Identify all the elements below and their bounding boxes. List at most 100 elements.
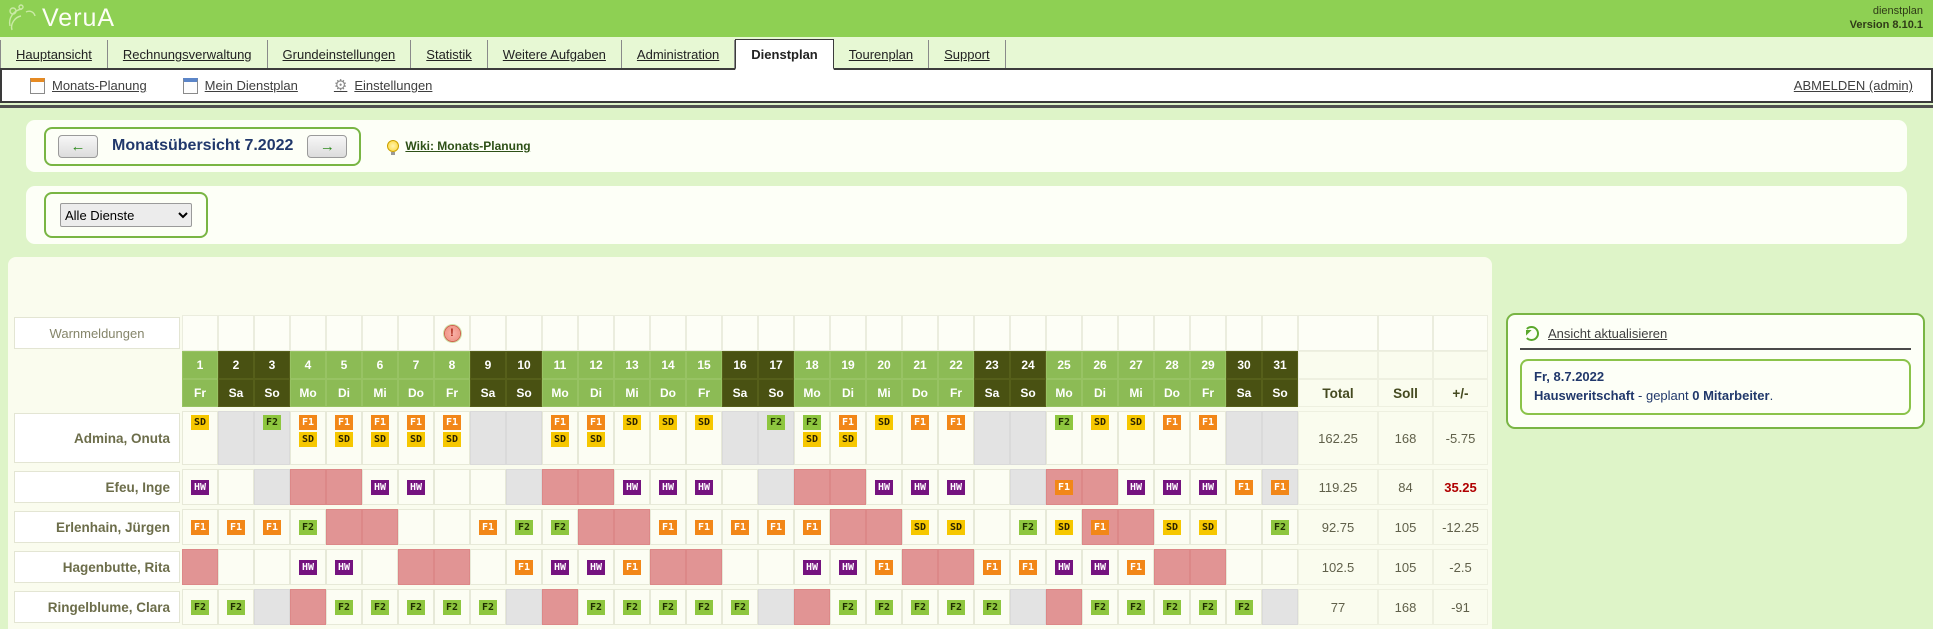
roster-cell-day-19[interactable]: F1SD bbox=[830, 411, 866, 465]
roster-cell-day-4[interactable]: F2 bbox=[290, 509, 326, 545]
roster-cell-day-6[interactable] bbox=[362, 549, 398, 585]
roster-cell-day-16[interactable]: F1 bbox=[722, 509, 758, 545]
roster-cell-day-24[interactable] bbox=[1010, 589, 1046, 625]
roster-cell-day-15[interactable]: HW bbox=[686, 469, 722, 505]
roster-cell-day-9[interactable] bbox=[470, 469, 506, 505]
roster-cell-day-9[interactable] bbox=[470, 549, 506, 585]
roster-cell-day-6[interactable]: HW bbox=[362, 469, 398, 505]
roster-cell-day-21[interactable] bbox=[902, 549, 938, 585]
roster-cell-day-15[interactable]: SD bbox=[686, 411, 722, 465]
roster-cell-day-3[interactable]: F1 bbox=[254, 509, 290, 545]
roster-cell-day-5[interactable]: HW bbox=[326, 549, 362, 585]
roster-cell-day-8[interactable] bbox=[434, 469, 470, 505]
roster-cell-day-14[interactable]: F1 bbox=[650, 509, 686, 545]
roster-cell-day-21[interactable]: HW bbox=[902, 469, 938, 505]
roster-cell-day-8[interactable] bbox=[434, 509, 470, 545]
roster-cell-day-29[interactable] bbox=[1190, 549, 1226, 585]
roster-cell-day-18[interactable]: HW bbox=[794, 549, 830, 585]
roster-cell-day-31[interactable]: F2 bbox=[1262, 509, 1298, 545]
roster-cell-day-21[interactable]: F2 bbox=[902, 589, 938, 625]
roster-cell-day-4[interactable] bbox=[290, 469, 326, 505]
roster-cell-day-17[interactable]: F2 bbox=[758, 411, 794, 465]
roster-cell-day-14[interactable]: HW bbox=[650, 469, 686, 505]
roster-cell-day-4[interactable]: HW bbox=[290, 549, 326, 585]
tab-hauptansicht[interactable]: Hauptansicht bbox=[0, 40, 108, 68]
roster-cell-day-1[interactable] bbox=[182, 549, 218, 585]
roster-cell-day-30[interactable]: F1 bbox=[1226, 469, 1262, 505]
roster-cell-day-1[interactable]: F2 bbox=[182, 589, 218, 625]
roster-cell-day-25[interactable] bbox=[1046, 589, 1082, 625]
roster-cell-day-28[interactable]: HW bbox=[1154, 469, 1190, 505]
toolbar-mein-dienstplan[interactable]: Mein Dienstplan bbox=[183, 78, 298, 94]
roster-cell-day-26[interactable] bbox=[1082, 469, 1118, 505]
refresh-view-link[interactable]: Ansicht aktualisieren bbox=[1548, 326, 1667, 341]
tab-rechnungsverwaltung[interactable]: Rechnungsverwaltung bbox=[108, 40, 268, 68]
roster-cell-day-9[interactable]: F1 bbox=[470, 509, 506, 545]
roster-cell-day-25[interactable]: HW bbox=[1046, 549, 1082, 585]
roster-cell-day-13[interactable]: F2 bbox=[614, 589, 650, 625]
roster-cell-day-19[interactable] bbox=[830, 509, 866, 545]
tab-weitere-aufgaben[interactable]: Weitere Aufgaben bbox=[488, 40, 622, 68]
roster-cell-day-3[interactable] bbox=[254, 469, 290, 505]
roster-cell-day-26[interactable]: F2 bbox=[1082, 589, 1118, 625]
roster-cell-day-8[interactable]: F1SD bbox=[434, 411, 470, 465]
roster-cell-day-7[interactable]: F2 bbox=[398, 589, 434, 625]
roster-cell-day-15[interactable]: F2 bbox=[686, 589, 722, 625]
roster-cell-day-17[interactable]: F1 bbox=[758, 509, 794, 545]
roster-cell-day-11[interactable]: F2 bbox=[542, 509, 578, 545]
roster-cell-day-19[interactable]: F2 bbox=[830, 589, 866, 625]
roster-cell-day-27[interactable]: F2 bbox=[1118, 589, 1154, 625]
roster-cell-day-5[interactable] bbox=[326, 509, 362, 545]
roster-cell-day-1[interactable]: F1 bbox=[182, 509, 218, 545]
roster-cell-day-26[interactable]: F1 bbox=[1082, 509, 1118, 545]
roster-cell-day-3[interactable] bbox=[254, 589, 290, 625]
roster-cell-day-26[interactable]: HW bbox=[1082, 549, 1118, 585]
roster-cell-day-7[interactable] bbox=[398, 509, 434, 545]
roster-cell-day-5[interactable] bbox=[326, 469, 362, 505]
roster-cell-day-16[interactable] bbox=[722, 549, 758, 585]
tab-administration[interactable]: Administration bbox=[622, 40, 735, 68]
roster-cell-day-18[interactable]: F1 bbox=[794, 509, 830, 545]
roster-cell-day-16[interactable] bbox=[722, 411, 758, 465]
roster-cell-day-29[interactable]: HW bbox=[1190, 469, 1226, 505]
tab-tourenplan[interactable]: Tourenplan bbox=[834, 40, 929, 68]
roster-cell-day-26[interactable]: SD bbox=[1082, 411, 1118, 465]
roster-cell-day-14[interactable]: F2 bbox=[650, 589, 686, 625]
roster-cell-day-30[interactable] bbox=[1226, 549, 1262, 585]
roster-cell-day-19[interactable] bbox=[830, 469, 866, 505]
tab-dienstplan[interactable]: Dienstplan bbox=[735, 39, 833, 70]
roster-cell-day-14[interactable] bbox=[650, 549, 686, 585]
roster-cell-day-23[interactable] bbox=[974, 469, 1010, 505]
roster-cell-day-14[interactable]: SD bbox=[650, 411, 686, 465]
roster-cell-day-25[interactable]: SD bbox=[1046, 509, 1082, 545]
roster-cell-day-8[interactable] bbox=[434, 549, 470, 585]
roster-cell-day-20[interactable]: F2 bbox=[866, 589, 902, 625]
roster-cell-day-30[interactable]: F2 bbox=[1226, 589, 1262, 625]
roster-cell-day-2[interactable]: F1 bbox=[218, 509, 254, 545]
wiki-link[interactable]: Wiki: Monats-Planung bbox=[405, 139, 530, 153]
roster-cell-day-10[interactable] bbox=[506, 589, 542, 625]
roster-cell-day-4[interactable]: F1SD bbox=[290, 411, 326, 465]
roster-cell-day-30[interactable] bbox=[1226, 411, 1262, 465]
roster-cell-day-17[interactable] bbox=[758, 469, 794, 505]
roster-cell-day-17[interactable] bbox=[758, 589, 794, 625]
roster-cell-day-22[interactable]: SD bbox=[938, 509, 974, 545]
roster-cell-day-31[interactable]: F1 bbox=[1262, 469, 1298, 505]
roster-cell-day-11[interactable] bbox=[542, 469, 578, 505]
roster-cell-day-15[interactable] bbox=[686, 549, 722, 585]
roster-cell-day-27[interactable]: HW bbox=[1118, 469, 1154, 505]
prev-month-button[interactable]: ← bbox=[58, 135, 98, 158]
roster-cell-day-2[interactable]: F2 bbox=[218, 589, 254, 625]
roster-cell-day-7[interactable]: HW bbox=[398, 469, 434, 505]
roster-cell-day-17[interactable] bbox=[758, 549, 794, 585]
warning-icon[interactable]: ! bbox=[445, 326, 460, 341]
roster-cell-day-31[interactable] bbox=[1262, 589, 1298, 625]
roster-cell-day-27[interactable]: SD bbox=[1118, 411, 1154, 465]
roster-cell-day-12[interactable]: F1SD bbox=[578, 411, 614, 465]
roster-cell-day-5[interactable]: F1SD bbox=[326, 411, 362, 465]
roster-cell-day-7[interactable]: F1SD bbox=[398, 411, 434, 465]
roster-cell-day-20[interactable]: F1 bbox=[866, 549, 902, 585]
roster-cell-day-16[interactable] bbox=[722, 469, 758, 505]
roster-cell-day-22[interactable]: F2 bbox=[938, 589, 974, 625]
tab-grundeinstellungen[interactable]: Grundeinstellungen bbox=[268, 40, 412, 68]
